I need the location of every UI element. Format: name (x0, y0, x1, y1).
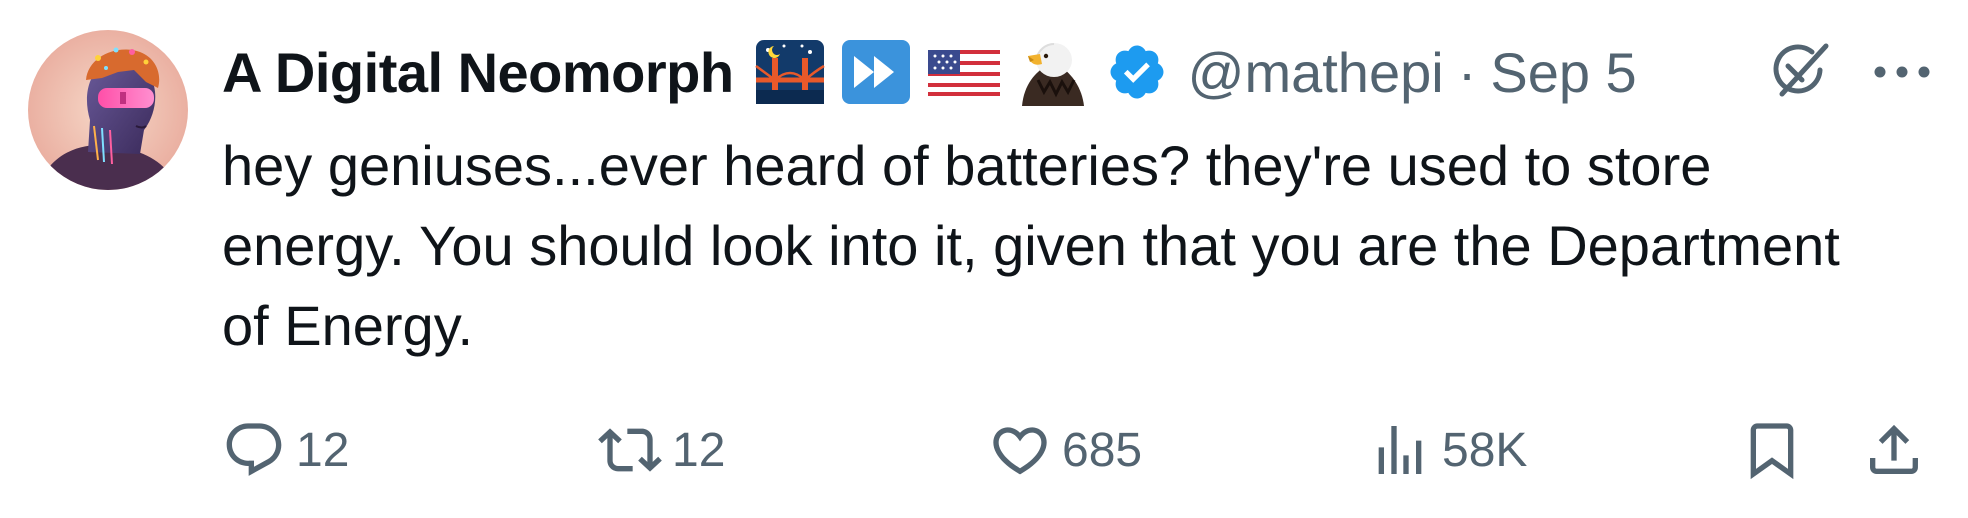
share-button[interactable] (1862, 410, 1926, 490)
repost-count: 12 (672, 423, 726, 477)
reply-icon (226, 423, 282, 476)
display-name[interactable]: A Digital Neomorph (222, 40, 734, 105)
user-handle[interactable]: @mathepi (1188, 40, 1444, 105)
fast-forward-emoji (840, 36, 912, 108)
tweet-header: A Digital Neomorph @mathepi · Sep 5 (222, 30, 1637, 114)
bookmark-button[interactable] (1740, 410, 1804, 490)
action-bar: 12 12 685 58K (222, 410, 1942, 490)
reply-count: 12 (296, 423, 350, 477)
tweet-card[interactable]: A Digital Neomorph @mathepi · Sep 5 hey … (0, 0, 1968, 518)
avatar[interactable] (28, 30, 188, 190)
share-icon (1870, 424, 1918, 474)
separator-dot: · (1457, 40, 1477, 104)
eagle-emoji (1016, 36, 1088, 108)
tweet-date[interactable]: Sep 5 (1490, 40, 1636, 105)
repost-icon (598, 428, 662, 472)
like-button[interactable]: 685 (988, 410, 1142, 490)
repost-button[interactable]: 12 (598, 410, 725, 490)
verified-badge-icon[interactable] (1106, 41, 1168, 103)
heart-icon (993, 427, 1047, 475)
bookmark-icon (1750, 423, 1794, 480)
view-count: 58K (1442, 423, 1528, 477)
us-flag-emoji (926, 36, 1002, 108)
reply-button[interactable]: 12 (222, 410, 349, 490)
like-count: 685 (1062, 423, 1143, 477)
tweet-text: hey geniuses...ever heard of batteries? … (222, 134, 1840, 357)
grok-icon[interactable] (1768, 40, 1832, 104)
bridge-at-night-emoji (754, 36, 826, 108)
views-button[interactable]: 58K (1368, 410, 1527, 490)
views-chart-icon (1378, 426, 1422, 474)
more-options-icon[interactable] (1870, 44, 1934, 100)
